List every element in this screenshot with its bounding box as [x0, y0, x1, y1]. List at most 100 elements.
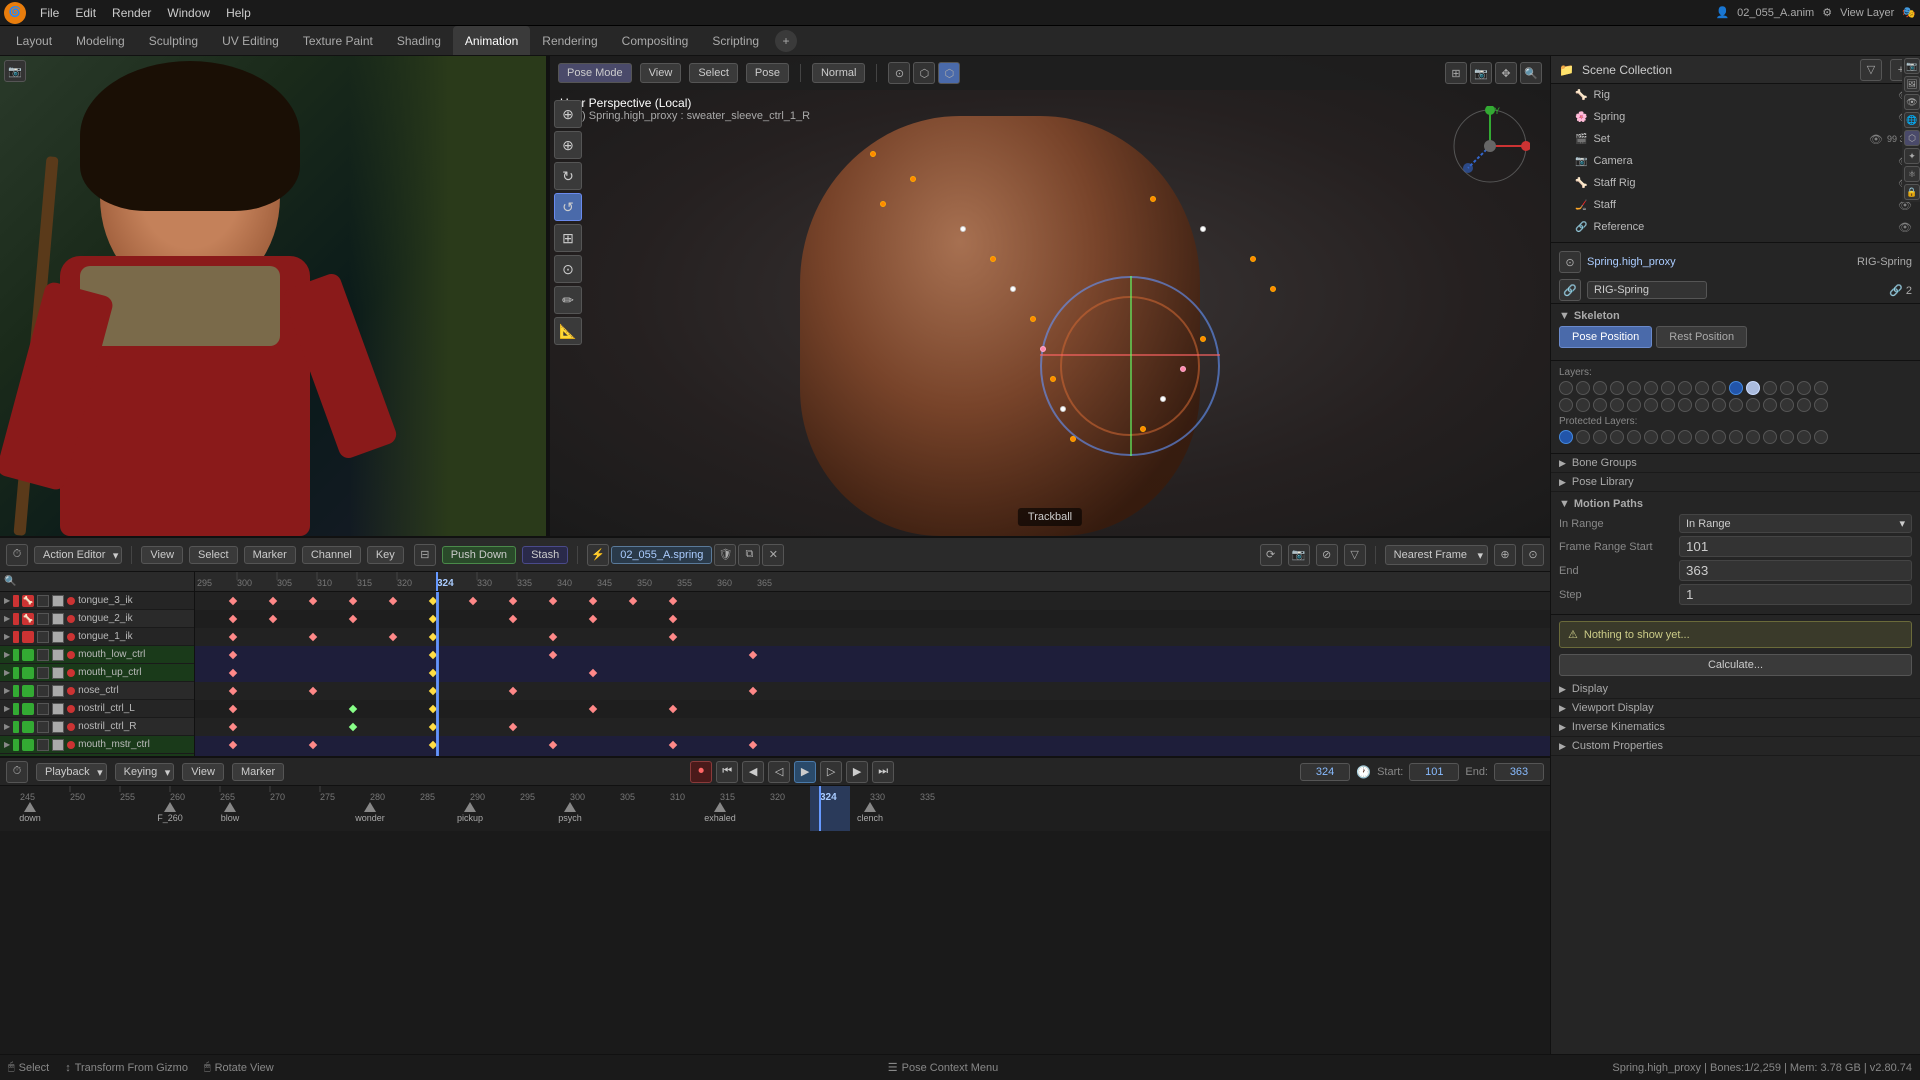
track-vis-0[interactable]: [52, 595, 64, 607]
layer-1-14[interactable]: [1780, 381, 1794, 395]
viewport-display-item[interactable]: ▶ Viewport Display: [1551, 699, 1920, 718]
navigation-gizmo[interactable]: X Y: [1450, 106, 1530, 186]
ae-track-7[interactable]: ▶ nostril_ctrl_R: [0, 718, 194, 736]
end-frame-input[interactable]: 363: [1494, 763, 1544, 781]
prot-layer-6[interactable]: [1644, 430, 1658, 444]
layer-1-7[interactable]: [1661, 381, 1675, 395]
bt-ruler[interactable]: 245 250 255 260 265 270 275 280 285 290 …: [0, 786, 1550, 831]
ae-view-menu[interactable]: View: [141, 546, 183, 564]
view-layer-icon[interactable]: 🎭: [1902, 6, 1916, 19]
prot-layer-16[interactable]: [1814, 430, 1828, 444]
track-expand-icon-3[interactable]: ▶: [4, 650, 10, 659]
pose-position-btn[interactable]: Pose Position: [1559, 326, 1652, 348]
bt-type-icon[interactable]: ⏱: [6, 761, 28, 783]
track-check-1[interactable]: [37, 613, 49, 625]
tab-scripting[interactable]: Scripting: [700, 26, 771, 55]
sc-item-staff[interactable]: 🏒 Staff 👁: [1551, 194, 1920, 216]
ae-copy-icon[interactable]: ⧉: [738, 544, 760, 566]
wireframe-icon[interactable]: ⬡: [938, 62, 960, 84]
prot-layer-7[interactable]: [1661, 430, 1675, 444]
cursor-tool[interactable]: ⊕: [554, 100, 582, 128]
start-frame-input[interactable]: 101: [1409, 763, 1459, 781]
sc-item-staff-rig[interactable]: 🦴 Staff Rig 👁: [1551, 172, 1920, 194]
layer-1-12[interactable]: [1746, 381, 1760, 395]
ae-sync-icon[interactable]: ⟳: [1260, 544, 1282, 566]
layer-1-3[interactable]: [1593, 381, 1607, 395]
track-expand-icon-5[interactable]: ▶: [4, 686, 10, 695]
prop-object-icon[interactable]: ⬡: [1904, 130, 1920, 146]
menu-window[interactable]: Window: [159, 4, 218, 22]
layer-2-1[interactable]: [1559, 398, 1573, 412]
rest-position-btn[interactable]: Rest Position: [1656, 326, 1747, 348]
layer-1-16[interactable]: [1814, 381, 1828, 395]
tab-shading[interactable]: Shading: [385, 26, 453, 55]
bt-view-btn[interactable]: View: [182, 763, 224, 781]
camera-view-btn[interactable]: 📷: [4, 60, 26, 82]
ae-type-icon[interactable]: ⏱: [6, 544, 28, 566]
prot-layer-15[interactable]: [1797, 430, 1811, 444]
pose-library-item[interactable]: ▶ Pose Library: [1551, 473, 1920, 492]
bone-groups-item[interactable]: ▶ Bone Groups: [1551, 454, 1920, 473]
track-vis-6[interactable]: [52, 703, 64, 715]
layer-1-10[interactable]: [1712, 381, 1726, 395]
sc-item-reference[interactable]: 🔗 Reference 👁: [1551, 216, 1920, 238]
track-expand-icon-8[interactable]: ▶: [4, 740, 10, 749]
ae-track-5[interactable]: ▶ nose_ctrl: [0, 682, 194, 700]
ae-channel-menu[interactable]: Channel: [302, 546, 361, 564]
layer-1-5[interactable]: [1627, 381, 1641, 395]
overlay-icon[interactable]: ⊙: [888, 62, 910, 84]
layer-2-6[interactable]: [1644, 398, 1658, 412]
layer-2-14[interactable]: [1780, 398, 1794, 412]
ae-funnel-icon[interactable]: ▽: [1344, 544, 1366, 566]
prop-particle-icon[interactable]: ✦: [1904, 148, 1920, 164]
track-vis-4[interactable]: [52, 667, 64, 679]
layer-1-1[interactable]: [1559, 381, 1573, 395]
track-vis-8[interactable]: [52, 739, 64, 751]
prop-output-icon[interactable]: 🖼: [1904, 76, 1920, 92]
track-vis-7[interactable]: [52, 721, 64, 733]
layer-2-16[interactable]: [1814, 398, 1828, 412]
move-tool[interactable]: ⊕: [554, 131, 582, 159]
layer-1-8[interactable]: [1678, 381, 1692, 395]
paths-type-dropdown[interactable]: In Range ▾: [1679, 514, 1912, 533]
right-3d-viewport[interactable]: Pose Mode View Select Pose Normal ⊙ ⬡ ⬡: [550, 56, 1550, 536]
bt-playback-btn[interactable]: Playback: [36, 763, 107, 781]
step-forward-btn[interactable]: ▶: [846, 761, 868, 783]
ae-proportional-icon[interactable]: ⊙: [1522, 544, 1544, 566]
sc-item-spring[interactable]: 🌸 Spring 👁: [1551, 106, 1920, 128]
frame-range-end-input[interactable]: 363: [1679, 560, 1912, 581]
play-btn[interactable]: ▶: [794, 761, 816, 783]
viewport-divider[interactable]: [546, 56, 549, 536]
menu-edit[interactable]: Edit: [67, 4, 104, 22]
reference-visibility-icon[interactable]: 👁: [1898, 221, 1912, 234]
shading-mode-btn[interactable]: Normal: [812, 63, 865, 83]
custom-properties-item[interactable]: ▶ Custom Properties: [1551, 737, 1920, 756]
step-forward-small-btn[interactable]: ▷: [820, 761, 842, 783]
prop-constraint-icon[interactable]: 🔒: [1904, 184, 1920, 200]
sc-item-camera[interactable]: 📷 Camera 👁: [1551, 150, 1920, 172]
ae-camera-icon[interactable]: 📷: [1288, 544, 1310, 566]
sc-item-set[interactable]: 🎬 Set 👁 99 39.: [1551, 128, 1920, 150]
obj-props-icon[interactable]: ⊙: [1559, 251, 1581, 273]
prop-physics-icon[interactable]: ⚛: [1904, 166, 1920, 182]
camera-icon[interactable]: 📷: [1470, 62, 1492, 84]
layer-1-9[interactable]: [1695, 381, 1709, 395]
grid-icon[interactable]: ⊞: [1445, 62, 1467, 84]
pose-menu-btn[interactable]: Pose: [746, 63, 789, 83]
track-check-4[interactable]: [37, 667, 49, 679]
ae-frame-ruler[interactable]: 295 300 305 310 315 320 324 330 335 340 …: [195, 572, 1550, 592]
inverse-kinematics-item[interactable]: ▶ Inverse Kinematics: [1551, 718, 1920, 737]
nearest-frame-dropdown[interactable]: Nearest Frame: [1385, 545, 1488, 565]
scale-tool[interactable]: ⊞: [554, 224, 582, 252]
prot-layer-1[interactable]: [1559, 430, 1573, 444]
transform-tool[interactable]: ⊙: [554, 255, 582, 283]
select-menu-btn[interactable]: Select: [689, 63, 738, 83]
record-btn[interactable]: ⏺: [690, 761, 712, 783]
tab-texture-paint[interactable]: Texture Paint: [291, 26, 385, 55]
tab-modeling[interactable]: Modeling: [64, 26, 137, 55]
ae-track-4[interactable]: ▶ mouth_up_ctrl: [0, 664, 194, 682]
tab-layout[interactable]: Layout: [4, 26, 64, 55]
jump-start-btn[interactable]: ⏮: [716, 761, 738, 783]
menu-help[interactable]: Help: [218, 4, 259, 22]
prot-layer-14[interactable]: [1780, 430, 1794, 444]
